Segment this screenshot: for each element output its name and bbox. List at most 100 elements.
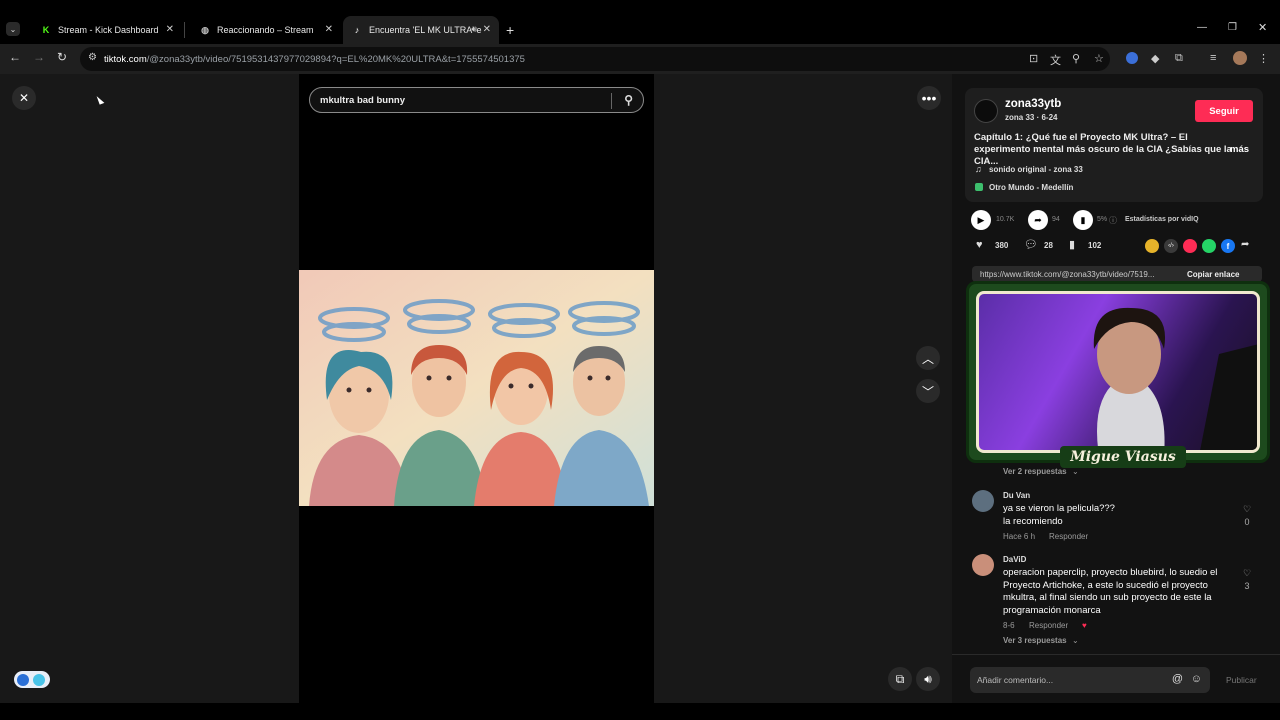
author-subtitle: zona 33 · 6-24 — [1005, 113, 1058, 122]
shares-count: 94 — [1052, 216, 1060, 223]
comment-icon[interactable]: 💬︎ — [1024, 238, 1038, 251]
search-divider — [611, 93, 612, 109]
close-icon: ✕ — [18, 91, 30, 105]
location-name[interactable]: Otro Mundo - Medellín — [989, 183, 1073, 192]
chevron-down-icon: ﹀ — [921, 384, 934, 399]
sound-name[interactable]: sonido original - zona 33 — [989, 165, 1083, 174]
video-link-text: https://www.tiktok.com/@zona33ytb/video/… — [980, 269, 1155, 279]
next-video-button[interactable]: ﹀ — [916, 379, 940, 403]
pip-icon: ⧉ — [895, 671, 905, 686]
follow-button[interactable]: Seguir — [1195, 100, 1253, 122]
view-replies-link[interactable]: Ver 2 respuestas — [1003, 467, 1067, 476]
view-replies-link[interactable]: Ver 3 respuestas — [1003, 636, 1067, 645]
tab-tiktok-active[interactable]: ♪ Encuentra 'EL MK ULTRA' e 🔊︎ ✕ — [343, 16, 499, 44]
author-username[interactable]: zona33ytb — [1005, 98, 1061, 110]
zoom-icon[interactable]: ⚲ — [1072, 52, 1080, 65]
back-icon[interactable]: ← — [9, 50, 21, 64]
video-frame-illustration — [299, 270, 654, 506]
volume-button[interactable]: 🔊︎ — [916, 667, 940, 691]
publish-button[interactable]: Publicar — [1226, 675, 1257, 685]
share-arrow-icon[interactable]: ➦ — [1028, 210, 1048, 230]
avatar[interactable] — [972, 490, 994, 512]
menu-kebab-icon[interactable]: ⋮ — [1258, 52, 1269, 65]
share-more-icon[interactable]: ➦ — [1241, 239, 1249, 250]
restore-icon[interactable]: ❐ — [1228, 22, 1237, 33]
copy-link-button[interactable]: Copiar enlace — [1187, 270, 1239, 279]
volume-icon: 🔊︎ — [924, 671, 932, 686]
avatar[interactable] — [974, 99, 998, 123]
translate-icon[interactable]: 文 — [1050, 52, 1061, 68]
comment-author[interactable]: Du Van — [1003, 491, 1030, 500]
avatar[interactable] — [1233, 51, 1247, 65]
search-icon[interactable]: ⚲ — [624, 93, 633, 107]
play-icon[interactable]: ▶ — [971, 210, 991, 230]
comment-time: Hace 6 h — [1003, 532, 1036, 541]
speaker-icon[interactable]: 🔊︎ — [471, 24, 477, 35]
media-control-icon[interactable]: ≡ — [1210, 52, 1216, 64]
illustration-art — [299, 270, 654, 506]
close-tab-icon[interactable]: ✕ — [166, 24, 174, 35]
embed-code-icon[interactable]: ‹/› — [1164, 239, 1178, 253]
video-stage: ✕ mkultra bad bunny ⚲ ••• ︿ ﹀ ⧉ 🔊︎ — [0, 74, 952, 704]
reply-button[interactable]: Responder — [1029, 621, 1068, 630]
site-info-icon[interactable]: ⚙ — [88, 52, 97, 63]
send-icon[interactable] — [1183, 239, 1197, 253]
new-tab-icon[interactable]: + — [506, 22, 514, 38]
avatar[interactable] — [972, 554, 994, 576]
heart-icon[interactable]: ♥ — [976, 239, 983, 251]
mention-icon[interactable]: @ — [1172, 673, 1183, 685]
toggle-knob-icon — [17, 673, 29, 686]
toggle-status-icon — [33, 673, 45, 686]
extensions-puzzle-icon[interactable]: ⧉ — [1175, 52, 1183, 65]
extension-toggle[interactable] — [14, 671, 50, 688]
forward-icon[interactable]: → — [33, 50, 45, 64]
comment-like-icon[interactable]: ♡ — [1240, 504, 1254, 515]
close-window-icon[interactable]: ✕ — [1258, 21, 1267, 34]
location-icon — [975, 183, 983, 191]
extension-icon[interactable] — [1126, 52, 1138, 64]
tab-reaccionando[interactable]: ◍ Reaccionando – Stream ✕ — [185, 16, 341, 44]
chevron-down-icon: ⌄ — [1072, 467, 1079, 476]
previous-video-button[interactable]: ︿ — [916, 346, 940, 370]
facebook-icon[interactable]: f — [1221, 239, 1235, 253]
info-icon[interactable]: ⓘ — [1109, 215, 1117, 226]
install-app-icon[interactable]: ⊡ — [1029, 52, 1038, 65]
bookmark-icon[interactable]: ▮ — [1069, 238, 1075, 251]
minimize-icon[interactable]: — — [1197, 22, 1207, 33]
close-tab-icon[interactable]: ✕ — [325, 24, 333, 35]
floating-player-button[interactable]: ⧉ — [888, 667, 912, 691]
tab-kick-dashboard[interactable]: K Stream - Kick Dashboard ✕ — [26, 16, 182, 44]
comment-input[interactable]: Añadir comentario... @ ☺ — [970, 667, 1210, 693]
extension-diamond-icon[interactable]: ◆ — [1151, 52, 1159, 65]
bookmark-star-icon[interactable]: ☆ — [1094, 52, 1104, 65]
percent-stat: 5% — [1097, 216, 1108, 223]
comments-count: 28 — [1044, 241, 1053, 250]
close-video-button[interactable]: ✕ — [12, 86, 36, 110]
tab-title: Reaccionando – Stream — [217, 25, 314, 35]
more-options-button[interactable]: ••• — [917, 86, 941, 110]
kick-icon: K — [42, 25, 50, 35]
mouse-cursor-icon — [96, 94, 105, 105]
comment-author[interactable]: DaViD — [1003, 555, 1026, 564]
video-info-card: zona33ytb zona 33 · 6-24 Seguir Capítulo… — [965, 88, 1263, 202]
embed-coin-icon[interactable] — [1145, 239, 1159, 253]
bar-chart-icon[interactable]: ▮ — [1073, 210, 1093, 230]
search-value: mkultra bad bunny — [320, 94, 405, 106]
comment-like-icon[interactable]: ♡ — [1240, 568, 1254, 579]
reply-button[interactable]: Responder — [1049, 532, 1088, 541]
comment-like-count: 0 — [1244, 517, 1250, 527]
bottom-strip — [0, 703, 1280, 720]
search-input[interactable]: mkultra bad bunny ⚲ — [309, 87, 644, 113]
address-bar-row: ← → ↻ ⚙ tiktok.com/@zona33ytb/video/7519… — [0, 44, 1280, 74]
comment-text: ya se vieron la pelicula??? la recomiend… — [1003, 503, 1115, 527]
tab-search-icon[interactable]: ⌄ — [6, 22, 20, 36]
caption-more-link[interactable]: más — [1230, 144, 1249, 155]
comment-text: operacion paperclip, proyecto bluebird, … — [1003, 567, 1218, 616]
emoji-icon[interactable]: ☺ — [1191, 673, 1202, 685]
chevron-up-icon: ︿ — [921, 351, 934, 366]
whatsapp-icon[interactable] — [1202, 239, 1216, 253]
url-input[interactable]: ⚙ tiktok.com/@zona33ytb/video/7519531437… — [80, 47, 1110, 71]
reload-icon[interactable]: ↻ — [57, 50, 67, 64]
url-path: /@zona33ytb/video/7519531437977029894?q=… — [146, 53, 525, 65]
close-tab-icon[interactable]: ✕ — [483, 24, 491, 35]
